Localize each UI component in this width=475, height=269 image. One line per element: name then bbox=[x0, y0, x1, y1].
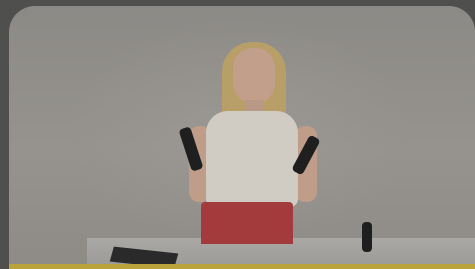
screen-frame bbox=[0, 0, 475, 269]
presenter-skirt bbox=[201, 202, 293, 244]
video-progress-fill bbox=[9, 264, 475, 269]
presenter-face bbox=[233, 48, 275, 104]
presenter-blouse bbox=[206, 111, 298, 207]
video-progress-bar[interactable] bbox=[9, 264, 475, 269]
standing-device bbox=[362, 222, 372, 252]
presenter-figure bbox=[9, 6, 475, 269]
video-player[interactable] bbox=[9, 6, 475, 269]
